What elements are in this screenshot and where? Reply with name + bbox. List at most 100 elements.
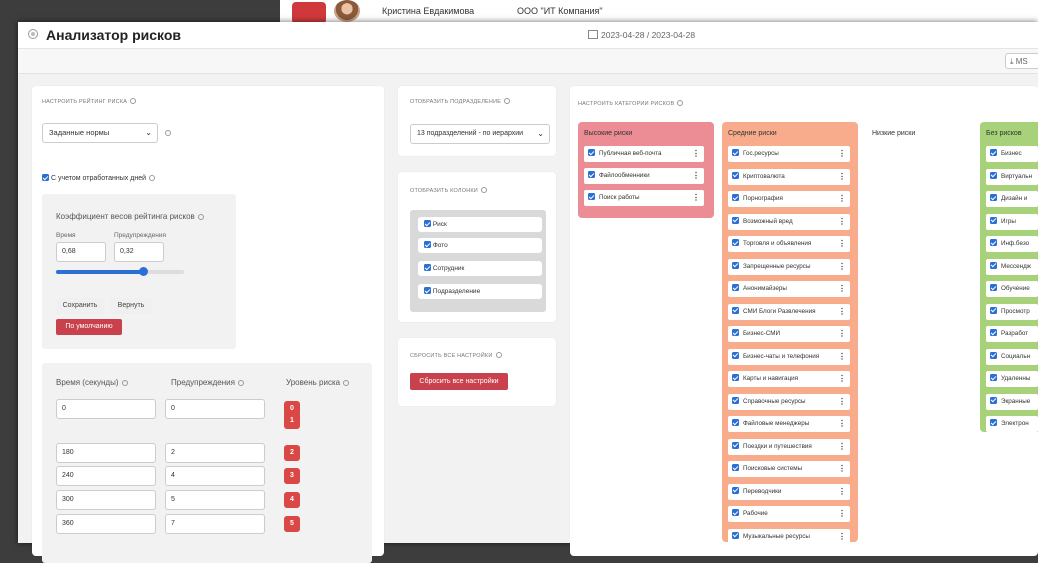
category-item[interactable]: Публичная веб-почта ⋮ (584, 146, 704, 162)
time-threshold-input[interactable]: 240 (56, 466, 156, 486)
time-threshold-input[interactable]: 180 (56, 443, 156, 463)
info-icon[interactable] (237, 380, 244, 386)
category-label: Мессендж (1001, 262, 1031, 270)
category-item[interactable]: Разработ (986, 326, 1038, 342)
more-vertical-icon[interactable]: ⋮ (838, 506, 846, 522)
save-button[interactable]: Сохранить (56, 298, 104, 314)
category-item[interactable]: Поиск работы ⋮ (584, 190, 704, 206)
category-item[interactable]: Удаленны (986, 371, 1038, 387)
category-item[interactable]: Файловые менеджеры ⋮ (728, 416, 850, 432)
category-item[interactable]: Дизайн и (986, 191, 1038, 207)
more-vertical-icon[interactable]: ⋮ (692, 190, 700, 206)
category-item[interactable]: Бизнес (986, 146, 1038, 162)
warn-weight-input[interactable]: 0,32 (114, 242, 164, 262)
info-icon[interactable] (343, 380, 350, 386)
warn-threshold-input[interactable]: 4 (165, 466, 265, 486)
category-item[interactable]: Криптовалюта ⋮ (728, 168, 850, 185)
norm-select[interactable]: Заданные нормы ⌄ (42, 123, 158, 143)
more-vertical-icon[interactable]: ⋮ (692, 146, 700, 162)
weight-slider[interactable] (56, 267, 184, 276)
category-item[interactable]: Поисковые системы ⋮ (728, 461, 850, 477)
more-vertical-icon[interactable]: ⋮ (838, 304, 846, 320)
category-item[interactable]: Мессендж (986, 258, 1038, 275)
checkbox-icon (732, 396, 739, 404)
info-icon[interactable] (677, 100, 684, 106)
time-threshold-input[interactable]: 0 (56, 399, 156, 419)
category-item[interactable]: Экранные (986, 393, 1038, 410)
info-icon[interactable] (495, 352, 502, 358)
warn-threshold-input[interactable]: 7 (165, 514, 265, 534)
category-item[interactable]: Анонимайзеры ⋮ (728, 281, 850, 297)
warn-threshold-input[interactable]: 0 (165, 399, 265, 419)
more-vertical-icon[interactable]: ⋮ (692, 168, 700, 184)
more-vertical-icon[interactable]: ⋮ (838, 214, 846, 230)
reset-all-button[interactable]: Сбросить все настройки (410, 373, 508, 390)
time-threshold-input[interactable]: 300 (56, 490, 156, 510)
more-vertical-icon[interactable]: ⋮ (838, 529, 846, 545)
category-item[interactable]: Возможный вред ⋮ (728, 213, 850, 230)
info-icon[interactable] (149, 175, 155, 181)
category-item[interactable]: Поездки и путешествия ⋮ (728, 438, 850, 455)
category-item[interactable]: Справочные ресурсы ⋮ (728, 393, 850, 410)
category-item[interactable]: Бизнес-чаты и телефония ⋮ (728, 348, 850, 365)
category-item[interactable]: Файлообменники ⋮ (584, 168, 704, 184)
category-item[interactable]: Запрещенные ресурсы ⋮ (728, 258, 850, 275)
more-vertical-icon[interactable]: ⋮ (838, 146, 846, 162)
time-weight-input[interactable]: 0,68 (56, 242, 106, 262)
more-vertical-icon[interactable]: ⋮ (838, 349, 846, 365)
category-item[interactable]: Просмотр (986, 303, 1038, 320)
category-item[interactable]: СМИ Блоги Развлечения ⋮ (728, 303, 850, 320)
category-item[interactable]: Обучение (986, 281, 1038, 297)
more-vertical-icon[interactable]: ⋮ (838, 191, 846, 207)
category-item[interactable]: Социальн (986, 348, 1038, 365)
category-label: Торговля и объявления (743, 240, 812, 247)
slider-handle[interactable] (139, 267, 149, 276)
more-vertical-icon[interactable]: ⋮ (838, 326, 846, 342)
defaults-button[interactable]: По умолчанию (56, 319, 122, 335)
more-vertical-icon[interactable]: ⋮ (838, 394, 846, 410)
more-vertical-icon[interactable]: ⋮ (838, 259, 846, 275)
division-select[interactable]: 13 подразделений - по иерархии ⌄ (410, 124, 550, 144)
category-label: Возможный вред (743, 217, 793, 225)
category-item[interactable]: Торговля и объявления ⋮ (728, 236, 850, 252)
info-icon[interactable] (504, 98, 511, 104)
column-toggle-division[interactable]: Подразделение (418, 284, 542, 299)
warn-threshold-input[interactable]: 2 (165, 443, 265, 463)
more-vertical-icon[interactable]: ⋮ (838, 371, 846, 387)
more-vertical-icon[interactable]: ⋮ (838, 484, 846, 500)
revert-button[interactable]: Вернуть (110, 298, 152, 314)
category-item[interactable]: Музыкальные ресурсы ⋮ (728, 528, 850, 545)
info-icon[interactable] (480, 187, 487, 193)
worked-days-checkbox[interactable]: С учетом отработанных дней (42, 174, 155, 182)
risk-level-badge: 2 (284, 445, 300, 461)
column-toggle-employee[interactable]: Сотрудник (418, 261, 542, 276)
column-toggle-risk[interactable]: Риск (418, 217, 542, 232)
info-icon[interactable] (197, 214, 204, 220)
more-vertical-icon[interactable]: ⋮ (838, 169, 846, 185)
info-icon[interactable] (130, 98, 137, 104)
category-item[interactable]: Переводчики ⋮ (728, 483, 850, 500)
info-icon[interactable] (165, 130, 171, 136)
time-threshold-input[interactable]: 360 (56, 514, 156, 534)
info-icon[interactable] (121, 380, 128, 386)
more-vertical-icon[interactable]: ⋮ (838, 236, 846, 252)
more-vertical-icon[interactable]: ⋮ (838, 439, 846, 455)
category-item[interactable]: Карты и навигация ⋮ (728, 371, 850, 387)
category-item[interactable]: Порнография ⋮ (728, 191, 850, 207)
export-button[interactable]: ⤓ MS (1005, 53, 1038, 69)
category-item[interactable]: Электрон (986, 416, 1038, 432)
category-item[interactable]: Рабочие ⋮ (728, 506, 850, 522)
warn-threshold-input[interactable]: 5 (165, 490, 265, 510)
column-toggle-photo[interactable]: Фото (418, 238, 542, 253)
more-vertical-icon[interactable]: ⋮ (838, 281, 846, 297)
category-item[interactable]: Гос.ресурсы ⋮ (728, 146, 850, 162)
more-vertical-icon[interactable]: ⋮ (838, 416, 846, 432)
weights-title: Коэффициент весов рейтинга рисков (56, 212, 204, 221)
weights-card: Коэффициент весов рейтинга рисков Время … (42, 194, 236, 349)
category-item[interactable]: Инф.безо (986, 236, 1038, 252)
date-range[interactable]: 2023-04-28 / 2023-04-28 (588, 30, 695, 40)
category-item[interactable]: Бизнес-СМИ ⋮ (728, 326, 850, 342)
category-item[interactable]: Виртуальн (986, 168, 1038, 185)
more-vertical-icon[interactable]: ⋮ (838, 461, 846, 477)
category-item[interactable]: Игры (986, 213, 1038, 230)
